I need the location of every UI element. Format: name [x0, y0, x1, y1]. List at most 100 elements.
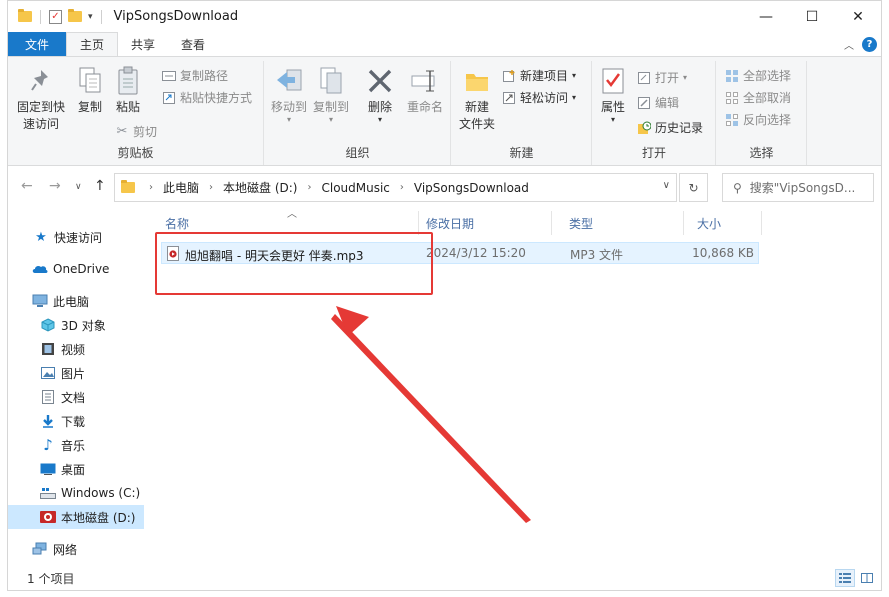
desktop-icon: [40, 462, 56, 476]
tab-file[interactable]: 文件: [8, 32, 67, 56]
properties-button[interactable]: 属性 ▾: [597, 65, 629, 124]
pin-quick-access-button[interactable]: 固定到快 速访问: [12, 65, 70, 133]
details-view-button[interactable]: [835, 569, 855, 587]
ribbon: 固定到快 速访问 复制 粘贴 复制路径 粘贴快捷方式 ✂ 剪切 剪贴板 移动到 …: [8, 56, 881, 166]
properties-dropdown-icon: ▾: [610, 115, 615, 124]
music-icon: ♪: [43, 436, 53, 454]
organize-group-label: 组织: [345, 146, 370, 160]
crumb-separator-icon[interactable]: ›: [400, 182, 404, 193]
sidebar-item-windows-c[interactable]: Windows (C:): [8, 481, 144, 505]
breadcrumb-cloudmusic[interactable]: CloudMusic ›: [321, 181, 413, 195]
rename-button[interactable]: 重命名: [403, 65, 447, 116]
refresh-icon: ↻: [688, 180, 699, 195]
copy-icon: [75, 65, 105, 97]
new-item-dropdown-icon: ▾: [572, 71, 577, 80]
breadcrumb-this-pc[interactable]: 此电脑 ›: [163, 179, 223, 196]
address-bar[interactable]: › 此电脑 › 本地磁盘 (D:) › CloudMusic › VipSongsDo…: [114, 173, 677, 202]
picture-icon: [40, 366, 56, 380]
new-item-button[interactable]: 新建项目 ▾: [502, 67, 576, 84]
large-icons-view-button[interactable]: [857, 569, 877, 587]
tab-home[interactable]: 主页: [66, 32, 119, 56]
rename-icon: [410, 65, 440, 97]
select-all-button[interactable]: 全部选择: [725, 67, 791, 84]
search-icon: ⚲: [733, 180, 742, 195]
easy-access-button[interactable]: 轻松访问 ▾: [502, 89, 576, 106]
sidebar-item-downloads[interactable]: 下载: [8, 409, 144, 433]
cube-icon: [40, 318, 56, 332]
open-button[interactable]: 打开 ▾: [637, 69, 687, 86]
copy-button[interactable]: 复制: [72, 65, 108, 116]
sidebar-item-music[interactable]: ♪ 音乐: [8, 433, 144, 457]
status-bar: 1 个项目: [8, 565, 881, 591]
select-all-icon: [725, 69, 739, 83]
sidebar-item-3d-objects[interactable]: 3D 对象: [8, 313, 144, 337]
cut-button[interactable]: ✂ 剪切: [115, 123, 157, 140]
pin-icon: [26, 65, 56, 97]
address-dropdown-icon[interactable]: ∨: [663, 180, 670, 191]
back-icon[interactable]: ←: [21, 178, 33, 194]
invert-selection-icon: [725, 113, 739, 127]
crumb-separator-icon[interactable]: ›: [307, 182, 311, 193]
edit-icon: [637, 96, 651, 110]
paste-button[interactable]: 粘贴: [110, 65, 146, 116]
copy-path-button[interactable]: 复制路径: [162, 67, 228, 84]
up-icon[interactable]: ↑: [94, 178, 106, 194]
new-folder-button[interactable]: 新建 文件夹: [456, 65, 498, 133]
sidebar-item-documents[interactable]: 文档: [8, 385, 144, 409]
move-to-icon: [274, 65, 304, 97]
tab-view[interactable]: 查看: [168, 32, 218, 56]
new-folder-big-icon: [462, 65, 492, 97]
open-icon: [637, 71, 651, 85]
delete-button[interactable]: 删除 ▾: [363, 65, 397, 124]
copy-to-dropdown-icon: ▾: [328, 115, 333, 124]
collapse-ribbon-icon[interactable]: ︿: [844, 37, 854, 52]
navigation-bar: ← → ∨ ↑ › 此电脑 › 本地磁盘 (D:) › CloudMusic › Vi…: [8, 172, 881, 202]
breadcrumb-drive-d[interactable]: 本地磁盘 (D:) ›: [223, 179, 321, 196]
sidebar-item-quick-access[interactable]: ★ 快速访问: [8, 225, 144, 249]
refresh-button[interactable]: ↻: [679, 173, 708, 202]
sidebar-item-local-disk-d[interactable]: 本地磁盘 (D:): [8, 505, 144, 529]
properties-big-icon: [598, 65, 628, 97]
tab-share[interactable]: 共享: [118, 32, 168, 56]
select-none-icon: [725, 91, 739, 105]
new-item-icon: [502, 69, 516, 83]
paste-shortcut-button[interactable]: 粘贴快捷方式: [162, 89, 252, 106]
quick-access-toolbar: ✓ ▾: [18, 9, 104, 24]
properties-icon[interactable]: ✓: [49, 9, 62, 24]
maximize-button[interactable]: ☐: [789, 1, 835, 32]
select-none-button[interactable]: 全部取消: [725, 89, 791, 106]
history-button[interactable]: 历史记录: [637, 119, 703, 136]
search-box[interactable]: ⚲ 搜索"VipSongsD...: [722, 173, 874, 202]
network-icon: [32, 542, 48, 556]
view-switcher: [835, 569, 877, 587]
help-area: ︿ ?: [844, 37, 877, 52]
minimize-button[interactable]: —: [743, 1, 789, 32]
edit-button[interactable]: 编辑: [637, 94, 679, 111]
folder-icon: [18, 9, 32, 22]
new-folder-icon[interactable]: [68, 9, 82, 22]
copy-to-button[interactable]: 复制到 ▾: [311, 65, 351, 124]
open-group: 属性 ▾ 打开 ▾ 编辑 历史记录 打开: [593, 61, 716, 165]
crumb-separator-icon: ›: [149, 182, 153, 193]
recent-locations-icon[interactable]: ∨: [75, 182, 82, 192]
move-to-button[interactable]: 移动到 ▾: [269, 65, 309, 124]
large-icons-view-icon: [861, 573, 873, 583]
new-group: 新建 文件夹 新建项目 ▾ 轻松访问 ▾ 新建: [452, 61, 592, 165]
sidebar-item-pictures[interactable]: 图片: [8, 361, 144, 385]
sidebar-item-onedrive[interactable]: OneDrive: [8, 257, 144, 281]
window-controls: — ☐ ✕: [743, 1, 881, 32]
customize-dropdown-icon[interactable]: ▾: [88, 12, 93, 22]
sidebar-item-this-pc[interactable]: 此电脑: [8, 289, 144, 313]
video-icon: [40, 342, 56, 356]
forward-icon[interactable]: →: [49, 178, 61, 194]
close-button[interactable]: ✕: [835, 1, 881, 32]
address-folder-icon: [121, 180, 135, 193]
sidebar-item-desktop[interactable]: 桌面: [8, 457, 144, 481]
crumb-separator-icon[interactable]: ›: [209, 182, 213, 193]
sidebar-item-videos[interactable]: 视频: [8, 337, 144, 361]
breadcrumb-vipsongsdownload[interactable]: VipSongsDownload: [414, 181, 529, 195]
cloud-icon: [32, 262, 48, 276]
help-icon[interactable]: ?: [862, 37, 877, 52]
invert-selection-button[interactable]: 反向选择: [725, 111, 791, 128]
sidebar-item-network[interactable]: 网络: [8, 537, 144, 561]
